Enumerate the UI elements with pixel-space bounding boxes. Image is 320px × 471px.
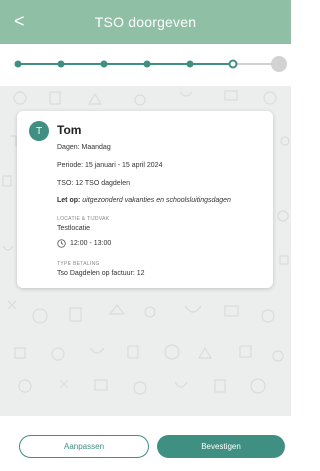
note-italic: uitgezonderd vakanties en schoolsluiting… (82, 197, 231, 204)
payment-label: TYPE BETALING (57, 261, 100, 267)
location-text: Testlocatie (57, 225, 91, 232)
note-text: Let op: uitgezonderd vakanties en school… (57, 197, 231, 204)
progress-stepper (0, 44, 291, 86)
days-text: Dagen: Maandag (57, 144, 111, 151)
step-dot-2 (57, 60, 65, 68)
payment-text: Tso Dagdelen op factuur: 12 (57, 270, 145, 277)
stepper-graphic (14, 56, 287, 72)
location-label: LOCATIE & TIJDVAK (57, 216, 110, 222)
step-dot-3 (100, 60, 108, 68)
period-text: Periode: 15 januari - 15 april 2024 (57, 162, 163, 169)
time-row: 12:00 - 13:00 (57, 239, 111, 248)
page-title: TSO doorgeven (94, 14, 197, 30)
summary-card: T Tom Dagen: Maandag Periode: 15 januari… (17, 111, 273, 288)
clock-icon (57, 239, 66, 248)
back-arrow-icon[interactable]: < (14, 10, 25, 32)
step-dot-1 (14, 60, 22, 68)
app-header: < TSO doorgeven (0, 0, 291, 44)
time-text: 12:00 - 13:00 (70, 240, 112, 247)
avatar: T (29, 121, 49, 141)
tso-count-text: TSO: 12 TSO dagdelen (57, 180, 131, 187)
note-bold: Let op: (57, 197, 81, 204)
child-name: Tom (57, 123, 82, 137)
step-dot-5 (186, 60, 194, 68)
adjust-button[interactable]: Aanpassen (19, 435, 149, 458)
step-dot-4 (143, 60, 151, 68)
step-dot-current (228, 59, 238, 69)
confirm-button[interactable]: Bevestigen (157, 435, 285, 458)
step-dot-last (271, 56, 287, 72)
